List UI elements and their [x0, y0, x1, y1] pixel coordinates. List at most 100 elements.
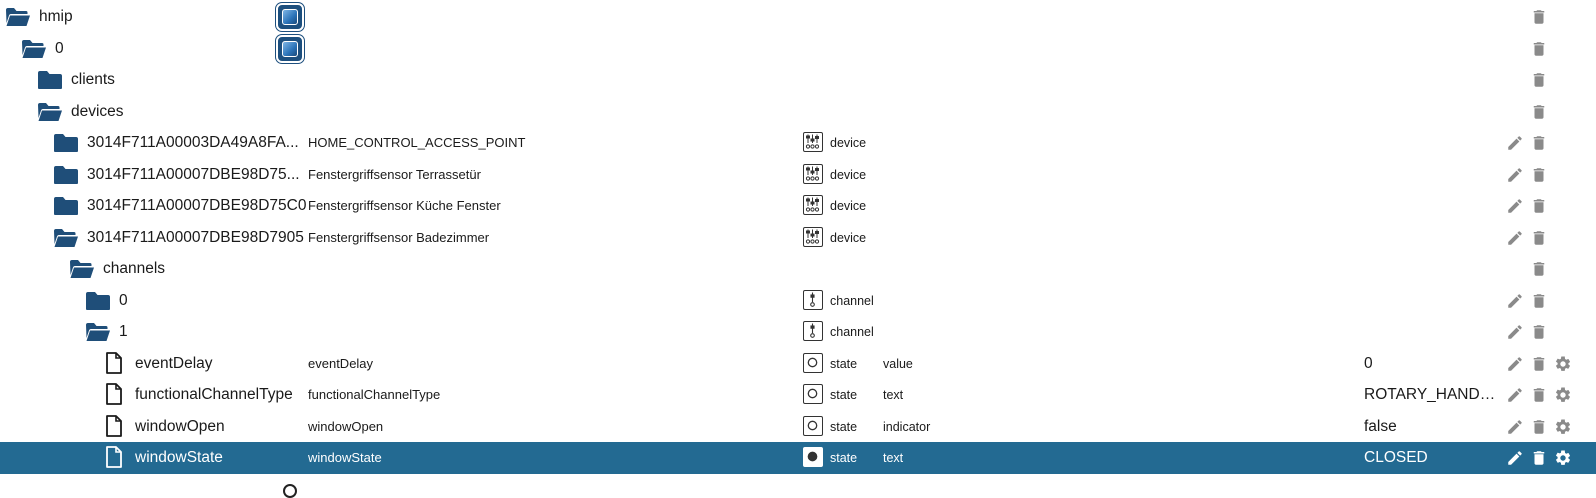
folder-open-icon[interactable]: [21, 39, 47, 59]
edit-icon[interactable]: [1506, 229, 1524, 247]
channel-icon: [803, 321, 823, 341]
file-icon: [105, 415, 123, 437]
tree-row[interactable]: 0 channel: [0, 285, 1596, 317]
file-icon: [105, 352, 123, 374]
delete-icon[interactable]: [1530, 292, 1548, 310]
delete-icon[interactable]: [1530, 71, 1548, 89]
edit-icon[interactable]: [1506, 323, 1524, 341]
object-description: Fenstergriffsensor Terrassetür: [308, 167, 481, 182]
edit-icon[interactable]: [1506, 134, 1524, 152]
edit-icon[interactable]: [1506, 449, 1524, 467]
folder-icon[interactable]: [53, 133, 79, 153]
edit-icon[interactable]: [1506, 386, 1524, 404]
tree-row[interactable]: 3014F711A00007DBE98D75C0 Fenstergriffsens…: [0, 190, 1596, 222]
file-icon: [105, 446, 123, 468]
object-role: text: [883, 451, 904, 465]
state-value[interactable]: ROTARY_HANDLE_CHANNEL: [1364, 379, 1499, 411]
delete-icon[interactable]: [1530, 134, 1548, 152]
object-name: hmip: [39, 8, 73, 25]
object-description: HOME_CONTROL_ACCESS_POINT: [308, 135, 526, 150]
tree-row[interactable]: hmip: [0, 1, 1596, 33]
object-name: 1: [119, 323, 128, 340]
partial-next-row-icon: [283, 484, 297, 498]
object-name: channels: [103, 260, 166, 277]
folder-open-icon[interactable]: [37, 102, 63, 122]
object-name: windowOpen: [135, 418, 225, 435]
edit-icon[interactable]: [1506, 355, 1524, 373]
state-value[interactable]: 0: [1364, 348, 1499, 380]
state-value[interactable]: false: [1364, 411, 1499, 443]
object-type: device: [830, 136, 867, 150]
tree-row[interactable]: 3014F711A00003DA49A8FA... HOME_CONTROL_AC…: [0, 127, 1596, 159]
delete-icon[interactable]: [1530, 229, 1548, 247]
settings-gear-icon[interactable]: [1554, 386, 1572, 404]
object-type: channel: [830, 325, 874, 339]
object-name: 0: [55, 40, 64, 57]
tree-row[interactable]: windowOpen windowOpen state indicator false: [0, 411, 1596, 443]
tree-row[interactable]: windowState windowState state text CLOSED: [0, 442, 1596, 474]
object-type: device: [830, 231, 867, 245]
object-name: functionalChannelType: [135, 386, 293, 403]
settings-gear-icon[interactable]: [1554, 449, 1572, 467]
delete-icon[interactable]: [1530, 449, 1548, 467]
folder-open-icon[interactable]: [5, 7, 31, 27]
folder-icon[interactable]: [53, 165, 79, 185]
tree-row[interactable]: eventDelay eventDelay state value 0: [0, 348, 1596, 380]
delete-icon[interactable]: [1530, 103, 1548, 121]
object-type: state: [830, 420, 858, 434]
object-name: devices: [71, 103, 124, 120]
delete-icon[interactable]: [1530, 40, 1548, 58]
state-icon: [803, 384, 823, 404]
delete-icon[interactable]: [1530, 166, 1548, 184]
tree-row[interactable]: functionalChannelType functionalChannelTy…: [0, 379, 1596, 411]
device-icon: [803, 227, 823, 247]
tree-row[interactable]: devices: [0, 96, 1596, 128]
tree-row[interactable]: 3014F711A00007DBE98D7905 Fenstergriffsens…: [0, 222, 1596, 254]
delete-icon[interactable]: [1530, 418, 1548, 436]
delete-icon[interactable]: [1530, 197, 1548, 215]
device-icon: [803, 164, 823, 184]
object-name: 3014F711A00007DBE98D75C0: [87, 197, 307, 214]
object-name: eventDelay: [135, 355, 213, 372]
delete-icon[interactable]: [1530, 386, 1548, 404]
object-name: 3014F711A00007DBE98D75...: [87, 166, 300, 183]
tree-row[interactable]: 0: [0, 33, 1596, 65]
settings-gear-icon[interactable]: [1554, 418, 1572, 436]
tree-row[interactable]: 1 channel: [0, 316, 1596, 348]
tree-row[interactable]: 3014F711A00007DBE98D75... Fenstergriffsen…: [0, 159, 1596, 191]
device-icon: [803, 195, 823, 215]
tree-row[interactable]: channels: [0, 253, 1596, 285]
folder-open-icon[interactable]: [69, 259, 95, 279]
delete-icon[interactable]: [1530, 323, 1548, 341]
object-role: value: [883, 357, 913, 371]
object-name: windowState: [135, 449, 223, 466]
settings-gear-icon[interactable]: [1554, 355, 1572, 373]
object-role: text: [883, 388, 904, 402]
object-role: indicator: [883, 420, 931, 434]
tree-row[interactable]: clients: [0, 64, 1596, 96]
delete-icon[interactable]: [1530, 260, 1548, 278]
object-type: state: [830, 451, 858, 465]
folder-icon[interactable]: [53, 196, 79, 216]
edit-icon[interactable]: [1506, 418, 1524, 436]
folder-icon[interactable]: [37, 70, 63, 90]
folder-open-icon[interactable]: [85, 322, 111, 342]
edit-icon[interactable]: [1506, 166, 1524, 184]
edit-icon[interactable]: [1506, 292, 1524, 310]
object-name: 3014F711A00007DBE98D7905: [87, 229, 304, 246]
object-description: functionalChannelType: [308, 387, 441, 402]
delete-icon[interactable]: [1530, 8, 1548, 26]
folder-open-icon[interactable]: [53, 228, 79, 248]
object-type: state: [830, 357, 858, 371]
state-value[interactable]: CLOSED: [1364, 442, 1499, 474]
object-description: windowOpen: [308, 419, 384, 434]
edit-icon[interactable]: [1506, 197, 1524, 215]
state-icon: [803, 353, 823, 373]
state-icon: [803, 416, 823, 436]
folder-icon[interactable]: [85, 291, 111, 311]
object-description: Fenstergriffsensor Badezimmer: [308, 230, 490, 245]
delete-icon[interactable]: [1530, 355, 1548, 373]
device-icon: [803, 132, 823, 152]
object-type: device: [830, 199, 867, 213]
object-name: clients: [71, 71, 115, 88]
